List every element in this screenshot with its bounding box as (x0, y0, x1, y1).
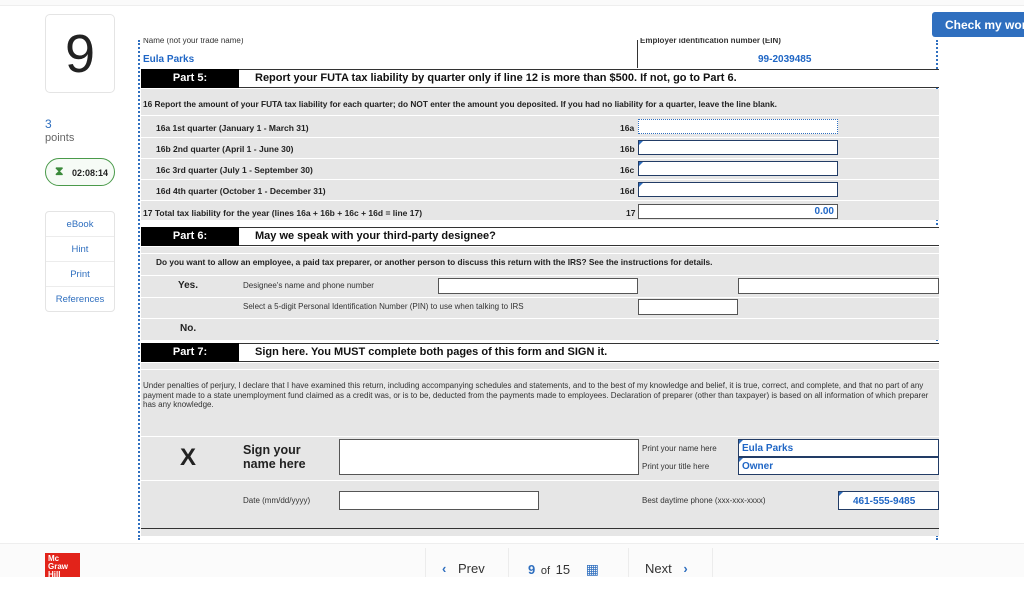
designee-label: Designee's name and phone number (243, 281, 374, 290)
date-input[interactable] (339, 491, 539, 510)
perjury-declaration: Under penalties of perjury, I declare th… (143, 381, 929, 409)
line16b-input[interactable] (638, 140, 838, 155)
line17-total: 0.00 (638, 204, 838, 219)
part7-title: Sign here. You MUST complete both pages … (239, 343, 939, 362)
question-number: 9 (45, 14, 115, 93)
total-pages: 15 (555, 562, 571, 577)
sign-name-label: Sign your name here (243, 443, 306, 471)
line17-value: 0.00 (814, 206, 834, 217)
designee-question: Do you want to allow an employee, a paid… (156, 257, 713, 267)
date-label: Date (mm/dd/yyyy) (243, 496, 311, 505)
next-button[interactable]: Next › (628, 548, 713, 577)
line16c-input[interactable] (638, 161, 838, 176)
divider (637, 40, 638, 68)
code-17: 17 (626, 208, 636, 218)
ein-label: Employer identification number (EIN) (640, 38, 781, 45)
chevron-right-icon: › (683, 561, 688, 576)
part7-tag: Part 7: (141, 343, 239, 362)
code-16d: 16d (620, 186, 635, 196)
timer-text: 02:08:14 (72, 168, 109, 178)
pin-input[interactable] (638, 299, 738, 315)
grid-icon[interactable]: ▦ (586, 561, 599, 577)
hourglass-icon: ⧗ (55, 164, 64, 178)
of-label: of (540, 565, 551, 577)
points-label: points (45, 132, 75, 144)
ein-value: 99-2039485 (758, 54, 812, 65)
chevron-left-icon: ‹ (442, 561, 447, 576)
hint-link[interactable]: Hint (46, 237, 114, 262)
prev-button[interactable]: ‹ Prev (425, 548, 508, 577)
code-16c: 16c (620, 165, 635, 175)
line17-label: 17 Total tax liability for the year (lin… (143, 208, 423, 218)
phone-input[interactable]: 461-555-9485 (838, 491, 939, 510)
code-16b: 16b (620, 144, 635, 154)
yes-option[interactable]: Yes. (178, 280, 198, 291)
divider (141, 528, 939, 529)
tools-menu: eBook Hint Print References (45, 211, 115, 312)
part6-tag: Part 6: (141, 227, 239, 246)
print-title-value: Owner (742, 461, 774, 472)
print-name-label: Print your name here (642, 444, 717, 453)
line16c-label: 16c 3rd quarter (July 1 - September 30) (156, 165, 313, 175)
check-my-work-button[interactable]: Check my work (932, 12, 1024, 37)
line16b-label: 16b 2nd quarter (April 1 - June 30) (156, 144, 294, 154)
line16a-label: 16a 1st quarter (January 1 - March 31) (156, 123, 309, 133)
current-page: 9 (528, 562, 536, 577)
line16a-input[interactable] (638, 119, 838, 134)
line16d-label: 16d 4th quarter (October 1 - December 31… (156, 186, 326, 196)
phone-label: Best daytime phone (xxx-xxx-xxxx) (642, 496, 766, 505)
phone-value: 461-555-9485 (853, 496, 916, 507)
part5-tag: Part 5: (141, 69, 239, 88)
print-link[interactable]: Print (46, 262, 114, 287)
designee-phone-input[interactable] (738, 278, 939, 294)
ebook-link[interactable]: eBook (46, 212, 114, 237)
print-title-label: Print your title here (642, 462, 710, 471)
line16-instructions: 16 Report the amount of your FUTA tax li… (143, 99, 777, 109)
signature-input[interactable] (339, 439, 639, 475)
no-option[interactable]: No. (180, 323, 196, 334)
timer-badge: ⧗ 02:08:14 (45, 158, 115, 186)
print-name-input[interactable]: Eula Parks (738, 439, 939, 457)
line16d-input[interactable] (638, 182, 838, 197)
code-16a: 16a (620, 123, 635, 133)
points-value: 3 (45, 117, 52, 131)
top-bar (0, 0, 1024, 6)
name-value: Eula Parks (143, 54, 195, 65)
references-link[interactable]: References (46, 287, 114, 312)
mcgraw-hill-logo: Mc Graw Hill (45, 553, 80, 577)
name-label: Name (not your trade name) (143, 38, 244, 45)
print-name-value: Eula Parks (742, 443, 794, 454)
print-title-input[interactable]: Owner (738, 457, 939, 475)
pin-label: Select a 5-digit Personal Identification… (243, 302, 524, 311)
form-940-page: Name (not your trade name) Eula Parks Em… (138, 38, 939, 540)
part5-title: Report your FUTA tax liability by quarte… (239, 69, 939, 88)
part6-title: May we speak with your third-party desig… (239, 227, 939, 246)
prev-label: Prev (457, 561, 485, 576)
designee-name-input[interactable] (438, 278, 638, 294)
page-indicator[interactable]: 9 of 15 ▦ (508, 548, 628, 577)
signature-x-mark: X (180, 444, 197, 471)
next-label: Next (645, 561, 672, 576)
